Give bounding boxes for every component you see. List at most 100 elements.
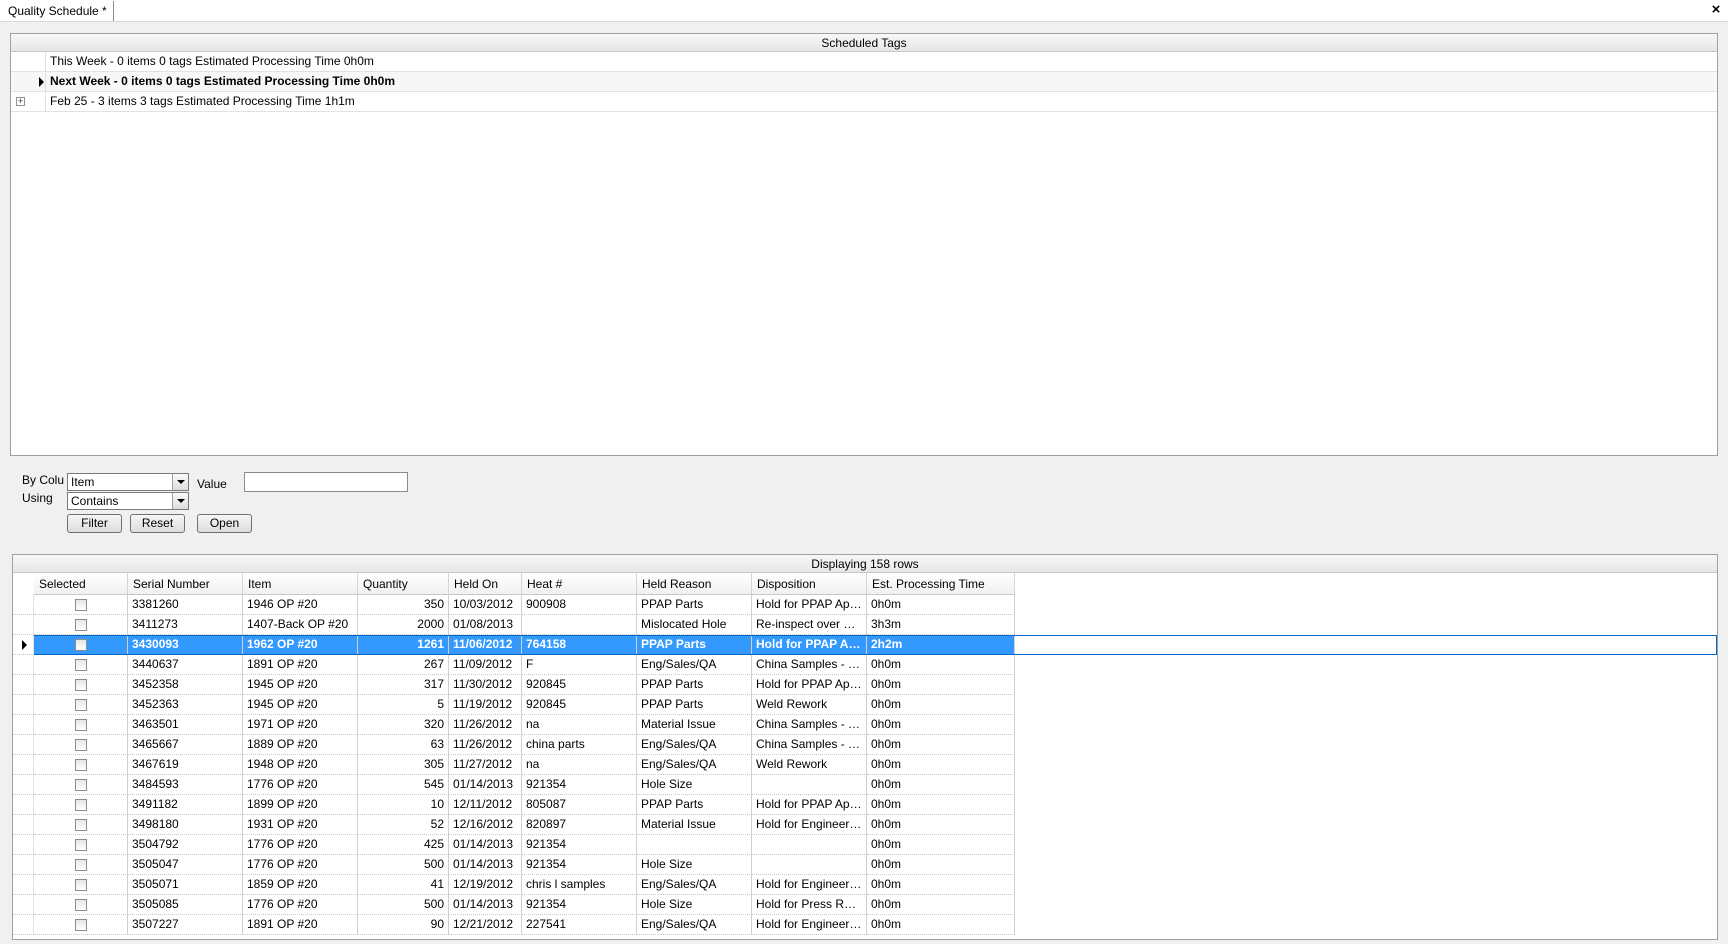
- quantity-cell[interactable]: 350: [358, 595, 449, 615]
- serial-number-cell[interactable]: 3505085: [128, 895, 243, 915]
- held-on-cell[interactable]: 01/14/2013: [449, 895, 522, 915]
- group-row-next-week[interactable]: Next Week - 0 items 0 tags Estimated Pro…: [11, 72, 1717, 92]
- item-cell[interactable]: 1407-Back OP #20: [243, 615, 358, 635]
- row-checkbox[interactable]: [74, 599, 87, 611]
- table-row[interactable]: 3381260 1946 OP #20 350 10/03/2012 900908 PPA…: [13, 595, 1717, 615]
- held-on-cell[interactable]: 11/27/2012: [449, 755, 522, 775]
- open-button[interactable]: Open: [197, 514, 252, 533]
- selected-checkbox-cell[interactable]: [34, 715, 128, 735]
- row-checkbox[interactable]: [74, 879, 87, 891]
- table-row[interactable]: 3498180 1931 OP #20 52 12/16/2012 820897 Mate…: [13, 815, 1717, 835]
- est-processing-time-cell[interactable]: 0h0m: [867, 695, 1015, 715]
- heat-number-cell[interactable]: china parts: [522, 735, 637, 755]
- held-reason-cell[interactable]: Eng/Sales/QA: [637, 655, 752, 675]
- quantity-cell[interactable]: 317: [358, 675, 449, 695]
- row-checkbox[interactable]: [74, 699, 87, 711]
- disposition-cell[interactable]: Hold for PPAP Appr...: [752, 675, 867, 695]
- disposition-cell[interactable]: Hold for Press Re-hit: [752, 895, 867, 915]
- heat-number-cell[interactable]: 805087: [522, 795, 637, 815]
- selected-checkbox-cell[interactable]: [34, 815, 128, 835]
- held-reason-cell[interactable]: Material Issue: [637, 715, 752, 735]
- heat-number-cell[interactable]: 921354: [522, 775, 637, 795]
- held-on-cell[interactable]: 10/03/2012: [449, 595, 522, 615]
- held-on-cell[interactable]: 11/26/2012: [449, 715, 522, 735]
- heat-number-cell[interactable]: 920845: [522, 695, 637, 715]
- held-on-cell[interactable]: 12/11/2012: [449, 795, 522, 815]
- item-cell[interactable]: 1962 OP #20: [243, 635, 358, 655]
- item-cell[interactable]: 1776 OP #20: [243, 855, 358, 875]
- selected-checkbox-cell[interactable]: [34, 915, 128, 935]
- item-cell[interactable]: 1948 OP #20: [243, 755, 358, 775]
- held-reason-cell[interactable]: Hole Size: [637, 895, 752, 915]
- held-reason-cell[interactable]: PPAP Parts: [637, 695, 752, 715]
- row-header[interactable]: [13, 715, 34, 735]
- selected-checkbox-cell[interactable]: [34, 635, 128, 655]
- held-on-cell[interactable]: 01/14/2013: [449, 855, 522, 875]
- serial-number-cell[interactable]: 3452363: [128, 695, 243, 715]
- heat-number-cell[interactable]: F: [522, 655, 637, 675]
- column-header-quantity[interactable]: Quantity: [358, 573, 449, 595]
- row-header[interactable]: [13, 735, 34, 755]
- item-cell[interactable]: 1776 OP #20: [243, 775, 358, 795]
- table-row[interactable]: 3467619 1948 OP #20 305 11/27/2012 na Eng/Sal…: [13, 755, 1717, 775]
- column-select[interactable]: Item: [67, 473, 189, 491]
- quantity-cell[interactable]: 267: [358, 655, 449, 675]
- row-checkbox[interactable]: [74, 619, 87, 631]
- row-checkbox[interactable]: [74, 819, 87, 831]
- row-header[interactable]: [13, 895, 34, 915]
- row-header[interactable]: [13, 795, 34, 815]
- quantity-cell[interactable]: 5: [358, 695, 449, 715]
- item-cell[interactable]: 1971 OP #20: [243, 715, 358, 735]
- table-row[interactable]: 3411273 1407-Back OP #20 2000 01/08/2013 Mis…: [13, 615, 1717, 635]
- est-processing-time-cell[interactable]: 0h0m: [867, 735, 1015, 755]
- serial-number-cell[interactable]: 3498180: [128, 815, 243, 835]
- row-checkbox[interactable]: [74, 859, 87, 871]
- est-processing-time-cell[interactable]: 0h0m: [867, 655, 1015, 675]
- serial-number-cell[interactable]: 3507227: [128, 915, 243, 935]
- row-header[interactable]: [13, 595, 34, 615]
- using-select[interactable]: Contains: [67, 492, 189, 510]
- held-on-cell[interactable]: 01/14/2013: [449, 775, 522, 795]
- close-icon[interactable]: ×: [1708, 1, 1724, 19]
- row-checkbox[interactable]: [74, 839, 87, 851]
- held-on-cell[interactable]: 12/21/2012: [449, 915, 522, 935]
- est-processing-time-cell[interactable]: 0h0m: [867, 835, 1015, 855]
- item-cell[interactable]: 1891 OP #20: [243, 915, 358, 935]
- row-checkbox[interactable]: [74, 799, 87, 811]
- held-reason-cell[interactable]: Eng/Sales/QA: [637, 875, 752, 895]
- serial-number-cell[interactable]: 3467619: [128, 755, 243, 775]
- table-row[interactable]: 3430093 1962 OP #20 1261 11/06/2012 764158 PP…: [13, 635, 1717, 655]
- held-reason-cell[interactable]: PPAP Parts: [637, 635, 752, 655]
- held-on-cell[interactable]: 01/08/2013: [449, 615, 522, 635]
- heat-number-cell[interactable]: 820897: [522, 815, 637, 835]
- item-cell[interactable]: 1776 OP #20: [243, 895, 358, 915]
- est-processing-time-cell[interactable]: 0h0m: [867, 915, 1015, 935]
- serial-number-cell[interactable]: 3430093: [128, 635, 243, 655]
- disposition-cell[interactable]: Hold for PPAP Appr...: [752, 795, 867, 815]
- row-checkbox[interactable]: [74, 899, 87, 911]
- disposition-cell[interactable]: Weld Rework: [752, 755, 867, 775]
- row-checkbox[interactable]: [74, 759, 87, 771]
- est-processing-time-cell[interactable]: 0h0m: [867, 775, 1015, 795]
- column-header-held-on[interactable]: Held On: [449, 573, 522, 595]
- quantity-cell[interactable]: 545: [358, 775, 449, 795]
- quantity-cell[interactable]: 320: [358, 715, 449, 735]
- table-row[interactable]: 3505071 1859 OP #20 41 12/19/2012 chris l sa…: [13, 875, 1717, 895]
- disposition-cell[interactable]: Hold for PPAP Appr...: [752, 595, 867, 615]
- est-processing-time-cell[interactable]: 0h0m: [867, 595, 1015, 615]
- selected-checkbox-cell[interactable]: [34, 615, 128, 635]
- heat-number-cell[interactable]: 920845: [522, 675, 637, 695]
- row-header[interactable]: [13, 655, 34, 675]
- held-reason-cell[interactable]: PPAP Parts: [637, 795, 752, 815]
- column-header-heat-number[interactable]: Heat #: [522, 573, 637, 595]
- column-header-serial-number[interactable]: Serial Number: [128, 573, 243, 595]
- heat-number-cell[interactable]: 921354: [522, 855, 637, 875]
- serial-number-cell[interactable]: 3491182: [128, 795, 243, 815]
- expand-plus-icon[interactable]: +: [16, 97, 25, 106]
- held-reason-cell[interactable]: Material Issue: [637, 815, 752, 835]
- column-header-selected[interactable]: Selected: [34, 573, 128, 595]
- selected-checkbox-cell[interactable]: [34, 755, 128, 775]
- est-processing-time-cell[interactable]: 0h0m: [867, 875, 1015, 895]
- disposition-cell[interactable]: China Samples - H...: [752, 655, 867, 675]
- est-processing-time-cell[interactable]: 0h0m: [867, 855, 1015, 875]
